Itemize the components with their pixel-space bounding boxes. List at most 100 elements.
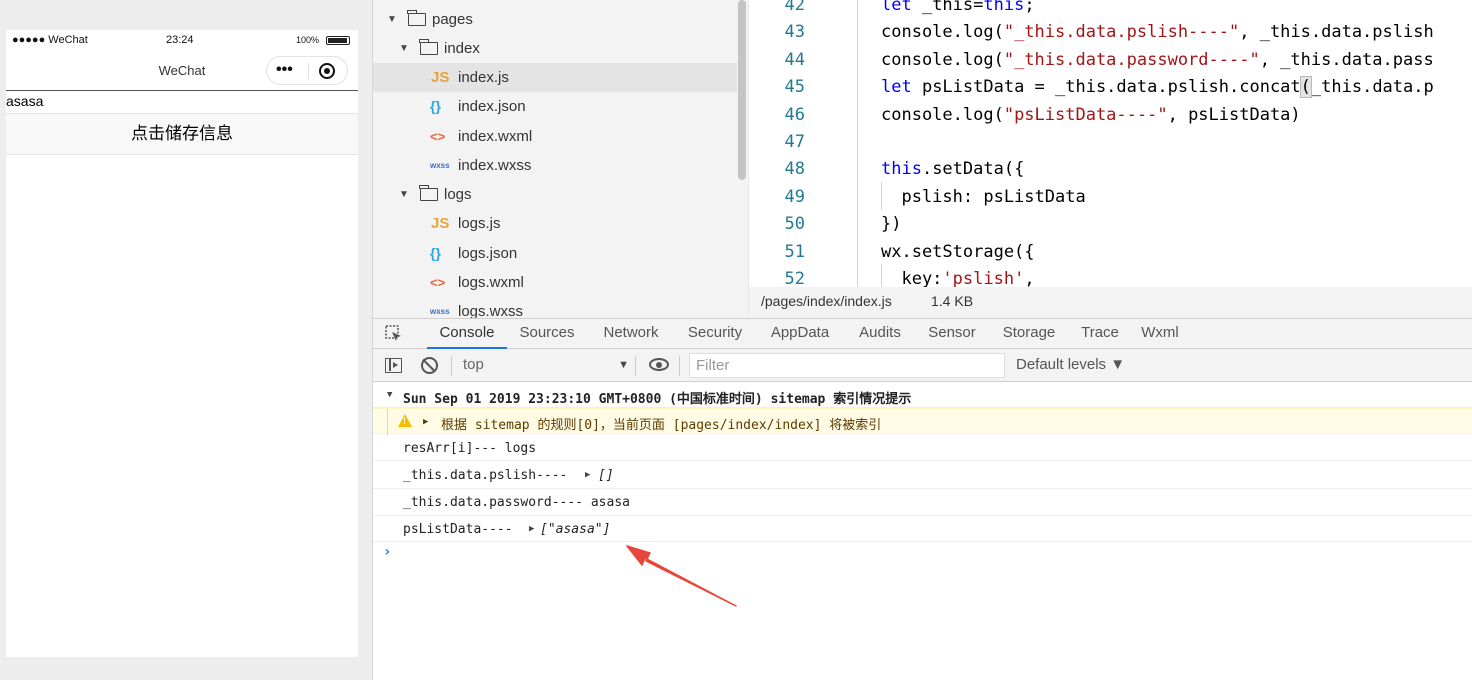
context-selector[interactable]: top ▼ [463, 354, 629, 376]
code-string: "psListData----" [1003, 104, 1168, 125]
group-indent-line [387, 409, 388, 435]
tree-item-label: index.js [458, 69, 509, 86]
line-number: 50 [784, 214, 805, 235]
tab-wxml[interactable]: Wxml [1135, 319, 1185, 349]
code-token: }) [881, 214, 902, 235]
tree-file-logs-js[interactable]: JS logs.js [373, 209, 737, 238]
json-file-icon: {} [430, 245, 441, 261]
tree-folder-index[interactable]: ▼ index [373, 34, 737, 63]
code-line: pslish: psListData [881, 186, 1086, 207]
log-text: resArr[i]--- logs [403, 441, 537, 456]
code-token: console.log( [881, 22, 1004, 43]
collapse-arrow-icon[interactable]: ▼ [387, 390, 392, 400]
menu-capsule: ••• [266, 56, 348, 85]
code-token: _this= [911, 0, 984, 15]
group-header-text: Sun Sep 01 2019 23:23:10 GMT+0800 (中国标准时… [403, 392, 912, 407]
filter-input[interactable] [689, 353, 1005, 378]
code-line: let _this=this; [881, 0, 1035, 15]
expand-arrow-icon[interactable]: ▼ [399, 34, 409, 63]
tab-console[interactable]: Console [427, 319, 507, 349]
tab-sources[interactable]: Sources [511, 319, 583, 349]
code-line: console.log("_this.data.pslish----", _th… [881, 22, 1434, 42]
console-group-header[interactable]: ▼ Sun Sep 01 2019 23:23:10 GMT+0800 (中国标… [373, 384, 1472, 408]
tree-item-label: logs [444, 186, 472, 203]
tree-item-label: logs.json [458, 245, 518, 262]
code-line: key:'pslish', [881, 269, 1035, 287]
expand-arrow-icon[interactable]: ▶ [585, 470, 590, 480]
log-array-value[interactable]: [] [598, 468, 614, 483]
line-number: 49 [784, 186, 805, 207]
indent-guide [857, 0, 858, 287]
code-token: _this.data.p [1310, 77, 1434, 98]
expand-arrow-icon[interactable]: ▶ [423, 417, 428, 427]
code-string: "_this.data.password----" [1003, 49, 1260, 70]
tab-security[interactable]: Security [679, 319, 751, 349]
line-number: 47 [784, 132, 805, 152]
password-text: asasa [6, 93, 44, 109]
line-number: 44 [784, 49, 805, 70]
log-text: psListData---- [403, 522, 513, 537]
tab-appdata[interactable]: AppData [761, 319, 839, 349]
expand-arrow-icon[interactable]: ▼ [387, 5, 397, 34]
tree-file-logs-wxss[interactable]: wxss logs.wxss [373, 297, 737, 318]
wxml-file-icon: <> [430, 129, 446, 144]
js-file-icon: JS [431, 69, 450, 86]
file-tree: ▼ pages ▼ index JS index.js {} index.jso… [373, 0, 748, 318]
tree-file-logs-wxml[interactable]: <> logs.wxml [373, 268, 737, 297]
code-line: console.log("psListData----", psListData… [881, 105, 1301, 125]
store-info-button[interactable]: 点击储存信息 [6, 113, 358, 155]
nav-bar: WeChat ••• [6, 50, 358, 91]
tab-network[interactable]: Network [593, 319, 669, 349]
capsule-divider [308, 63, 309, 79]
tab-sensor[interactable]: Sensor [921, 319, 983, 349]
line-number: 42 [784, 0, 805, 15]
expand-arrow-icon[interactable]: ▶ [529, 524, 534, 534]
more-icon[interactable]: ••• [276, 62, 293, 78]
code-token: , _this.data.pass [1259, 49, 1434, 70]
scrollbar-thumb[interactable] [738, 0, 746, 180]
tree-file-index-wxss[interactable]: wxss index.wxss [373, 151, 737, 180]
tree-item-label: index.wxml [458, 128, 533, 145]
log-levels-dropdown[interactable]: Default levels ▼ [1016, 356, 1125, 373]
log-text: _this.data.pslish---- [403, 468, 568, 483]
folder-open-icon [419, 39, 438, 55]
console-log-row: _this.data.password---- asasa [373, 489, 1472, 516]
code-line: }) [881, 214, 901, 234]
tree-scrollbar[interactable] [737, 0, 748, 318]
line-number: 52 [784, 269, 805, 287]
tree-folder-pages[interactable]: ▼ pages [373, 5, 737, 34]
tree-folder-logs[interactable]: ▼ logs [373, 180, 737, 209]
code-token: pslish: psListData [881, 186, 1086, 207]
code-token: , _this.data.pslish [1239, 22, 1434, 43]
line-number: 46 [784, 104, 805, 125]
code-editor[interactable]: 42 let _this=this; 43 console.log("_this.da… [748, 0, 1472, 287]
live-expression-eye-icon[interactable] [649, 358, 669, 371]
tree-file-index-wxml[interactable]: <> index.wxml [373, 122, 737, 151]
tab-trace[interactable]: Trace [1075, 319, 1125, 349]
console-prompt-icon[interactable]: › [383, 544, 391, 560]
tree-file-index-json[interactable]: {} index.json [373, 92, 737, 121]
tree-item-label: index.json [458, 98, 526, 115]
code-token: , [1024, 269, 1035, 287]
inspect-element-icon[interactable] [385, 325, 403, 343]
simulator-panel: ●●●●● WeChat 23:24 100% WeChat ••• asasa… [0, 0, 373, 680]
json-file-icon: {} [430, 98, 441, 114]
log-array-value[interactable]: ["asasa"] [540, 522, 610, 537]
sidebar-toggle-icon[interactable] [385, 358, 402, 373]
code-line: let psListData = _this.data.pslish.conca… [881, 76, 1434, 99]
tab-storage[interactable]: Storage [993, 319, 1065, 349]
status-bar: ●●●●● WeChat 23:24 100% [6, 30, 358, 50]
tree-file-logs-json[interactable]: {} logs.json [373, 239, 737, 268]
tree-item-label: logs.wxss [458, 303, 524, 318]
tree-item-label: logs.wxml [458, 274, 524, 291]
line-number: 48 [784, 159, 805, 180]
folder-open-icon [407, 10, 426, 26]
tree-item-label: logs.js [458, 215, 501, 232]
warning-text: 根据 sitemap 的规则[0]，当前页面 [pages/index/inde… [441, 418, 882, 433]
expand-arrow-icon[interactable]: ▼ [399, 180, 409, 209]
clear-console-icon[interactable] [421, 357, 438, 374]
console-warning[interactable]: ▶ 根据 sitemap 的规则[0]，当前页面 [pages/index/in… [373, 408, 1472, 435]
tree-file-index-js[interactable]: JS index.js [373, 63, 737, 92]
close-miniprogram-icon[interactable] [319, 63, 335, 79]
tab-audits[interactable]: Audits [849, 319, 911, 349]
